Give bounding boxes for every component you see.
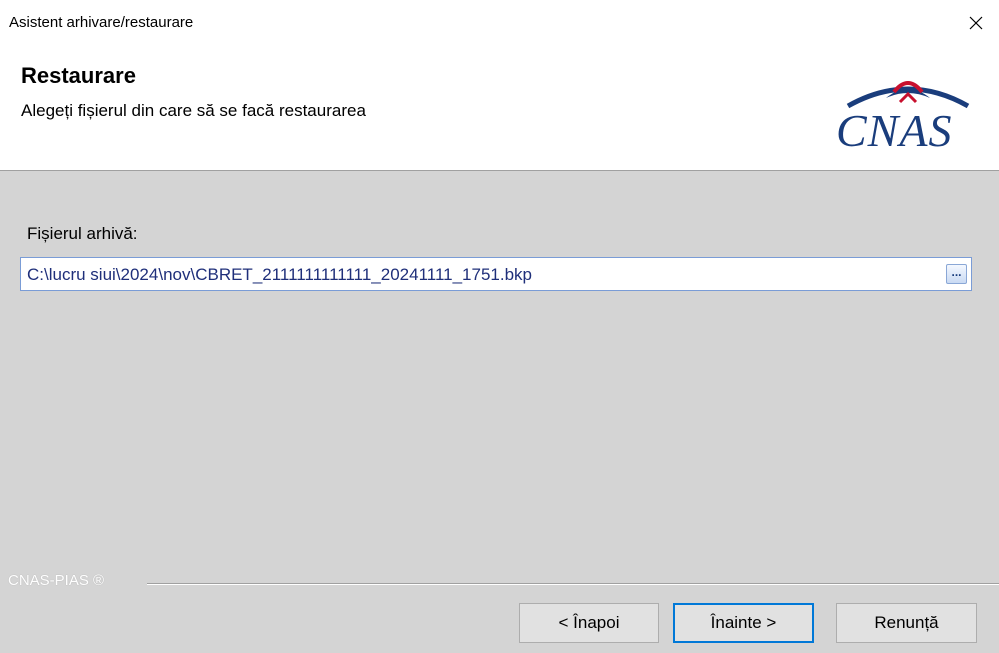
page-title: Restaurare (21, 63, 136, 88)
footer-divider (147, 583, 999, 585)
close-button[interactable] (953, 0, 999, 46)
title-bar: Asistent arhivare/restaurare (0, 0, 999, 46)
back-button[interactable]: < Înapoi (519, 603, 659, 643)
logo-text: CNAS (836, 105, 953, 156)
window-title: Asistent arhivare/restaurare (9, 14, 194, 31)
brand-label: CNAS-PIAS ® (8, 572, 105, 589)
browse-button[interactable]: ... (946, 264, 967, 284)
archive-file-input[interactable]: C:\lucru siui\2024\nov\CBRET_21111111111… (20, 257, 972, 291)
wizard-header: Restaurare Alegeți fișierul din care să … (0, 46, 999, 171)
page-subtitle: Alegeți fișierul din care să se facă res… (21, 101, 366, 120)
next-button[interactable]: Înainte > (673, 603, 814, 643)
cnas-logo: CNAS (834, 76, 982, 156)
close-icon (969, 16, 983, 30)
dialog-window: Asistent arhivare/restaurare Restaurare … (0, 0, 999, 653)
cancel-button[interactable]: Renunță (836, 603, 977, 643)
wizard-content: Fișierul arhivă: C:\lucru siui\2024\nov\… (0, 171, 999, 653)
archive-file-value: C:\lucru siui\2024\nov\CBRET_21111111111… (27, 265, 533, 284)
archive-file-label: Fișierul arhivă: (27, 224, 138, 243)
